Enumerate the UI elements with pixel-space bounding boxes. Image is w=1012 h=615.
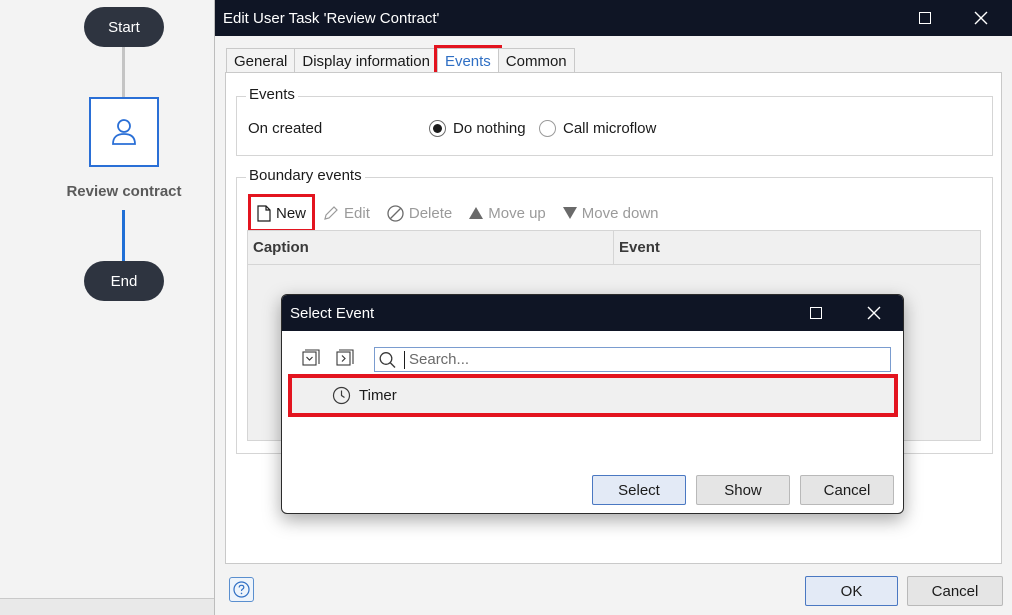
- select-event-title: Select Event: [290, 304, 375, 322]
- radio-checked-icon: [429, 120, 446, 137]
- cancel-button[interactable]: Cancel: [907, 576, 1003, 606]
- question-mark-icon: [233, 581, 250, 598]
- move-up-button-label: Move up: [488, 204, 546, 222]
- on-created-label: On created: [248, 120, 323, 137]
- canvas-scrollbar[interactable]: [0, 598, 215, 615]
- radio-label: Call microflow: [563, 120, 657, 137]
- collapse-all-icon: [302, 349, 320, 366]
- search-icon: [379, 351, 396, 368]
- collapse-all-button[interactable]: [302, 349, 320, 367]
- delete-button[interactable]: Delete: [381, 197, 458, 229]
- dialog-title: Edit User Task 'Review Contract': [223, 9, 440, 27]
- boundary-events-title: Boundary events: [246, 167, 365, 184]
- tab-display-information[interactable]: Display information: [294, 48, 438, 73]
- modal-close-button[interactable]: [851, 295, 897, 331]
- move-down-button-label: Move down: [581, 204, 659, 222]
- tab-label: Common: [505, 52, 567, 70]
- maximize-icon: [810, 307, 822, 319]
- search-box[interactable]: [374, 347, 891, 372]
- tab-label: General: [234, 52, 288, 70]
- clock-icon: [332, 386, 351, 405]
- close-button[interactable]: [958, 0, 1004, 36]
- tab-bar: General Display information Events Commo…: [226, 45, 575, 76]
- edit-button-label: Edit: [344, 204, 370, 222]
- user-task-label: Review contract: [66, 183, 182, 200]
- tab-general[interactable]: General: [226, 48, 296, 73]
- boundary-toolbar: New Edit Delete Move up Move down: [247, 194, 670, 232]
- modal-cancel-button[interactable]: Cancel: [800, 475, 894, 505]
- tab-label: Display information: [302, 52, 430, 70]
- start-event[interactable]: Start: [84, 7, 164, 47]
- user-task-node[interactable]: [89, 97, 159, 167]
- move-down-button[interactable]: Move down: [557, 197, 665, 229]
- select-event-titlebar: Select Event: [282, 295, 903, 331]
- sequence-flow-start[interactable]: [122, 47, 125, 97]
- column-header-caption[interactable]: Caption: [248, 231, 614, 264]
- maximize-button[interactable]: [902, 0, 948, 36]
- expand-all-icon: [336, 349, 354, 366]
- sequence-flow-end[interactable]: [122, 210, 125, 262]
- expand-all-button[interactable]: [336, 349, 354, 367]
- end-event[interactable]: End: [84, 261, 164, 301]
- tab-events[interactable]: Events: [433, 45, 502, 76]
- tab-common[interactable]: Common: [497, 48, 575, 73]
- move-up-button[interactable]: Move up: [463, 197, 552, 229]
- maximize-icon: [919, 12, 931, 24]
- grid-header: Caption Event: [248, 231, 980, 265]
- tab-label: Events: [444, 52, 491, 70]
- dialog-titlebar: Edit User Task 'Review Contract': [215, 0, 1012, 36]
- workflow-canvas: Start Review contract End: [0, 0, 215, 615]
- column-header-event[interactable]: Event: [614, 231, 660, 264]
- delete-button-label: Delete: [408, 204, 453, 222]
- delete-icon: [387, 204, 404, 222]
- help-button[interactable]: [229, 577, 254, 602]
- end-event-label: End: [110, 272, 138, 290]
- ok-button[interactable]: OK: [805, 576, 898, 606]
- radio-unchecked-icon: [539, 120, 556, 137]
- modal-maximize-button[interactable]: [793, 295, 839, 331]
- new-button-label: New: [276, 204, 307, 222]
- user-icon: [112, 119, 136, 145]
- triangle-up-icon: [469, 207, 484, 219]
- triangle-down-icon: [562, 207, 577, 219]
- close-icon: [974, 11, 988, 25]
- new-button[interactable]: New: [247, 194, 316, 232]
- search-input[interactable]: [405, 349, 890, 370]
- radio-do-nothing[interactable]: Do nothing: [429, 120, 526, 137]
- start-event-label: Start: [108, 18, 140, 36]
- radio-call-microflow[interactable]: Call microflow: [539, 120, 656, 137]
- edit-button[interactable]: Edit: [317, 197, 376, 229]
- select-button[interactable]: Select: [592, 475, 686, 505]
- tree-tools: [302, 349, 354, 367]
- new-document-icon: [257, 204, 271, 222]
- event-item-label: Timer: [359, 387, 397, 404]
- select-event-dialog: Select Event Search... Timer Select Show…: [281, 294, 904, 514]
- events-group: Events On created Do nothing Call microf…: [236, 86, 993, 156]
- close-icon: [867, 306, 881, 320]
- events-group-title: Events: [246, 86, 298, 103]
- show-button[interactable]: Show: [696, 475, 790, 505]
- radio-label: Do nothing: [453, 120, 526, 137]
- event-list-item-timer[interactable]: Timer: [288, 374, 898, 417]
- pencil-icon: [324, 206, 338, 220]
